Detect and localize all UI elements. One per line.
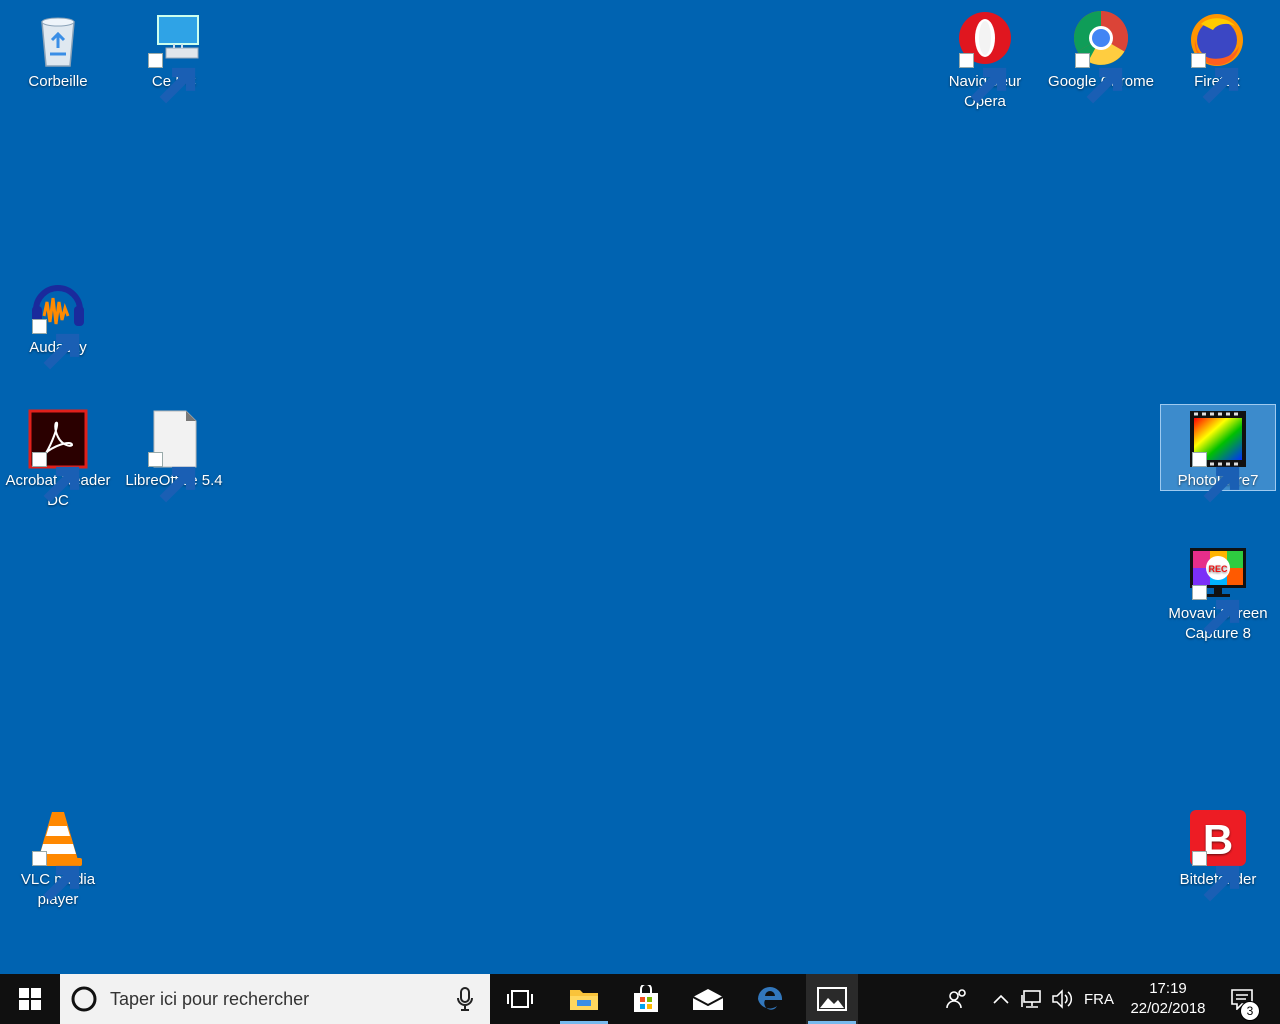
mail-icon	[692, 989, 724, 1010]
clock-date: 22/02/2018	[1130, 1000, 1206, 1017]
tray-people[interactable]	[940, 974, 974, 1024]
shortcut-arrow-icon	[148, 53, 196, 104]
taskbar-photos[interactable]	[806, 974, 858, 1024]
desktop-icon-acrobat-reader[interactable]: Acrobat Reader DC	[2, 405, 114, 515]
volume-icon	[1052, 989, 1073, 1009]
shortcut-arrow-icon	[959, 53, 1007, 104]
task-view-button[interactable]	[496, 974, 544, 1024]
desktop-icon-bitdefender[interactable]: B Bitdefender	[1162, 804, 1274, 902]
cortana-icon	[71, 986, 97, 1012]
clock-time: 17:19	[1149, 980, 1187, 997]
shortcut-arrow-icon	[1191, 53, 1239, 104]
tray-show-hidden[interactable]	[988, 974, 1014, 1024]
search-placeholder: Taper ici pour rechercher	[110, 988, 310, 1009]
shortcut-arrow-icon	[148, 452, 196, 503]
desktop-icon-photofiltre[interactable]: PhotoFiltre7	[1160, 404, 1276, 503]
people-icon	[946, 989, 966, 1009]
recycle-bin-icon	[41, 17, 75, 67]
folder-icon	[570, 990, 598, 1010]
start-button[interactable]	[0, 974, 60, 1024]
notification-count-badge: 3	[1240, 1001, 1260, 1021]
desktop-icon-vlc[interactable]: VLC media player	[2, 804, 114, 914]
taskbar: Taper ici pour rechercher FRA 17:19 22/0…	[0, 974, 1280, 1024]
shortcut-arrow-icon	[32, 452, 80, 503]
taskbar-file-explorer[interactable]	[558, 974, 610, 1024]
search-box[interactable]: Taper ici pour rechercher	[60, 974, 490, 1024]
shortcut-arrow-icon	[1192, 585, 1240, 636]
tray-language[interactable]: FRA	[1080, 974, 1118, 1024]
desktop-icon-chrome[interactable]: Google Chrome	[1045, 6, 1157, 104]
chevron-up-icon	[993, 994, 1009, 1004]
taskbar-store[interactable]	[620, 974, 672, 1024]
tray-network[interactable]	[1018, 974, 1046, 1024]
desktop[interactable]: Corbeille Ce PC Navigateur Opera Google …	[0, 0, 1280, 974]
shortcut-arrow-icon	[1192, 851, 1240, 902]
shortcut-arrow-icon	[1075, 53, 1123, 104]
task-view-icon	[507, 990, 533, 1008]
taskbar-mail[interactable]	[682, 974, 734, 1024]
network-icon	[1021, 990, 1041, 1008]
shortcut-arrow-icon	[32, 851, 80, 902]
shortcut-arrow-icon	[1192, 452, 1240, 503]
rec-badge: REC	[1208, 564, 1228, 574]
language-indicator: FRA	[1084, 990, 1114, 1008]
desktop-icon-libreoffice[interactable]: LibreOffice 5.4	[118, 405, 230, 503]
desktop-icon-label: Corbeille	[28, 73, 88, 90]
microphone-icon[interactable]	[456, 987, 474, 1011]
taskbar-edge[interactable]	[744, 974, 796, 1024]
tray-volume[interactable]	[1048, 974, 1076, 1024]
desktop-icon-corbeille[interactable]: Corbeille	[2, 6, 114, 96]
photos-icon	[817, 987, 847, 1011]
desktop-icon-ce-pc[interactable]: Ce PC	[118, 6, 230, 104]
tray-clock[interactable]: 17:19 22/02/2018	[1118, 974, 1218, 1024]
windows-start-icon	[19, 988, 41, 1010]
store-icon	[634, 985, 658, 1012]
desktop-icon-movavi[interactable]: REC Movavi Screen Capture 8	[1162, 538, 1274, 648]
edge-icon	[758, 986, 783, 1010]
desktop-icon-firefox[interactable]: Firefox	[1161, 6, 1273, 104]
shortcut-arrow-icon	[32, 319, 80, 370]
desktop-icon-opera[interactable]: Navigateur Opera	[929, 6, 1041, 116]
desktop-icon-audacity[interactable]: Audacity	[2, 272, 114, 370]
